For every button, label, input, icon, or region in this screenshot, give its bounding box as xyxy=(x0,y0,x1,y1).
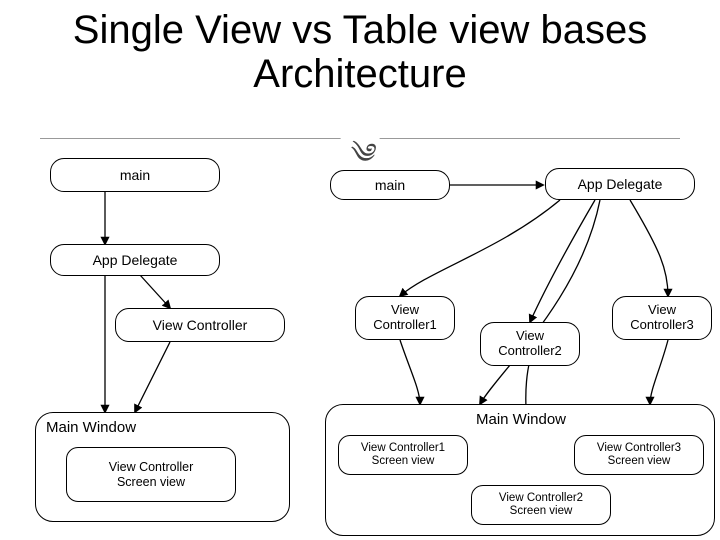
node-label: App Delegate xyxy=(578,176,663,192)
node-label: View Controller1 Screen view xyxy=(361,442,445,468)
page-title: Single View vs Table view bases Architec… xyxy=(0,0,720,96)
node-right-main-window: Main Window View Controller1 Screen view… xyxy=(325,404,715,536)
node-left-main: main xyxy=(50,158,220,192)
node-label: View Controller2 xyxy=(498,329,562,359)
node-label: View Controller Screen view xyxy=(109,460,194,489)
node-right-vc3: View Controller3 xyxy=(612,296,712,340)
node-label: Main Window xyxy=(336,411,706,428)
node-left-main-window: Main Window View Controller Screen view xyxy=(35,412,290,522)
node-right-main: main xyxy=(330,170,450,200)
node-label: View Controller xyxy=(153,317,248,333)
node-label: View Controller1 xyxy=(373,303,437,333)
node-label: View Controller3 Screen view xyxy=(597,442,681,468)
node-label: View Controller3 xyxy=(630,303,694,333)
node-label: App Delegate xyxy=(93,252,178,268)
node-right-vc3-screen: View Controller3 Screen view xyxy=(574,435,704,475)
node-right-vc2-screen: View Controller2 Screen view xyxy=(471,485,611,525)
node-label: main xyxy=(120,167,150,183)
node-label: View Controller2 Screen view xyxy=(499,492,583,518)
node-left-vc-screen: View Controller Screen view xyxy=(66,447,236,502)
node-right-vc2: View Controller2 xyxy=(480,322,580,366)
node-label: main xyxy=(375,177,405,193)
node-left-app-delegate: App Delegate xyxy=(50,244,220,276)
node-right-vc1: View Controller1 xyxy=(355,296,455,340)
node-label: Main Window xyxy=(46,419,281,436)
node-left-view-controller: View Controller xyxy=(115,308,285,342)
node-right-vc1-screen: View Controller1 Screen view xyxy=(338,435,468,475)
title-divider: ༄ xyxy=(40,128,680,148)
node-right-app-delegate: App Delegate xyxy=(545,168,695,200)
